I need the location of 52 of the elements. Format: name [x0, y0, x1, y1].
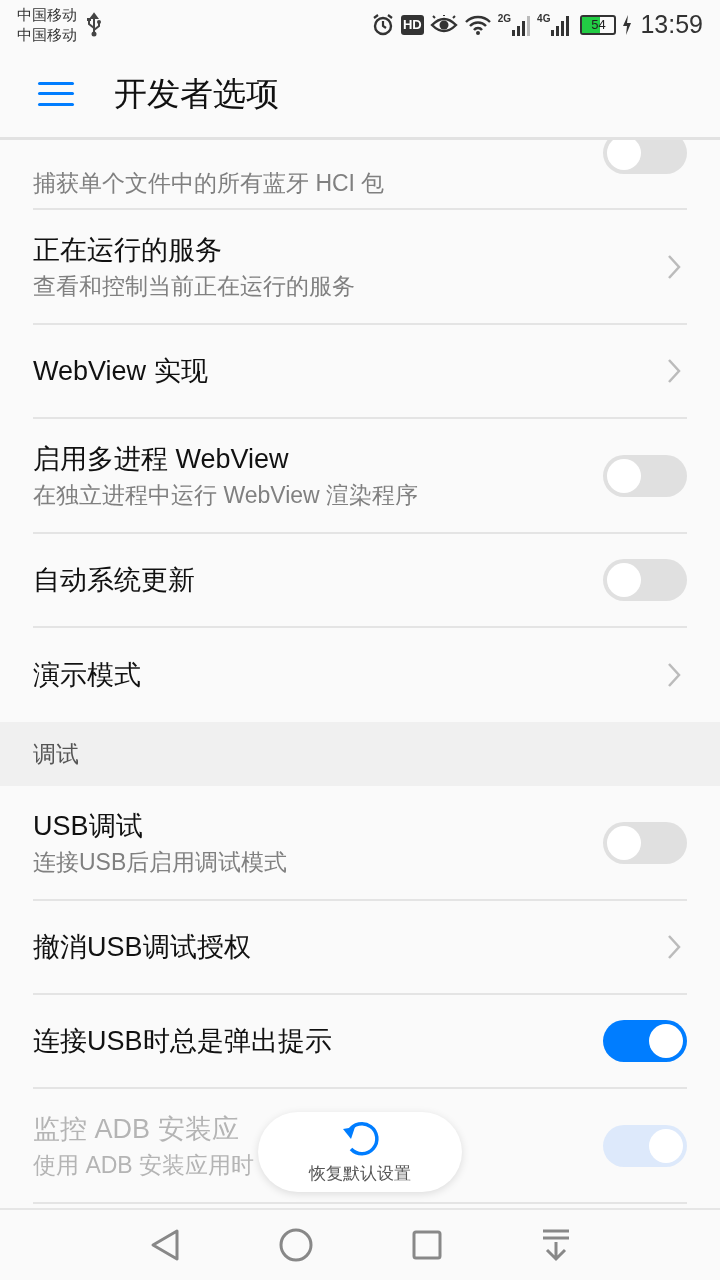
chevron-right-icon: [667, 358, 681, 384]
toggle-switch[interactable]: [603, 140, 687, 174]
carrier-name: 中国移动: [17, 25, 77, 45]
toggle-switch[interactable]: [603, 454, 687, 497]
setting-row[interactable]: 正在运行的服务 查看和控制当前正在运行的服务: [33, 210, 687, 325]
setting-row[interactable]: 启用多进程 WebView 在独立进程中运行 WebView 渲染程序: [33, 419, 687, 534]
setting-description: 查看和控制当前正在运行的服务: [33, 271, 355, 301]
setting-title: 启用多进程 WebView: [33, 442, 289, 476]
recents-icon: [411, 1230, 442, 1260]
setting-row[interactable]: USB调试 连接USB后启用调试模式: [33, 786, 687, 901]
signal-icon: [511, 14, 532, 36]
wifi-icon: [463, 14, 492, 36]
setting-row[interactable]: WebView 实现: [33, 325, 687, 419]
usb-icon: [86, 12, 102, 38]
clock-time: 13:59: [640, 9, 703, 41]
setting-title: 监控 ADB 安装应: [33, 1112, 239, 1146]
setting-row[interactable]: 捕获单个文件中的所有蓝牙 HCI 包: [33, 140, 687, 210]
setting-title: 演示模式: [33, 659, 141, 692]
hd-badge: HD: [400, 15, 424, 35]
home-icon: [278, 1228, 313, 1262]
restore-defaults-button[interactable]: 恢复默认设置: [258, 1112, 462, 1192]
eye-icon: [429, 15, 458, 35]
setting-row[interactable]: 连接USB时总是弹出提示: [33, 995, 687, 1089]
menu-button[interactable]: [38, 79, 74, 108]
signal-icon: [550, 14, 571, 36]
setting-title: WebView 实现: [33, 355, 208, 388]
network-label: 4G: [537, 14, 551, 24]
toggle-switch[interactable]: [603, 1020, 687, 1062]
network-label: 2G: [497, 14, 512, 24]
page-title: 开发者选项: [114, 73, 279, 114]
setting-row[interactable]: 演示模式: [33, 628, 687, 722]
chevron-right-icon: [667, 253, 681, 280]
setting-title: 正在运行的服务: [33, 233, 222, 267]
setting-row[interactable]: 自动系统更新: [33, 534, 687, 628]
setting-description: 连接USB后启用调试模式: [33, 847, 288, 877]
setting-description: 捕获单个文件中的所有蓝牙 HCI 包: [33, 169, 385, 198]
chevron-right-icon: [667, 934, 681, 960]
setting-description: 在独立进程中运行 WebView 渲染程序: [33, 480, 419, 510]
notification-pulldown-icon: [540, 1228, 571, 1262]
setting-title: 撤消USB调试授权: [33, 931, 251, 964]
charging-bolt-icon: [622, 15, 633, 35]
carrier-name: 中国移动: [17, 5, 77, 25]
setting-title: USB调试: [33, 809, 143, 843]
setting-row[interactable]: 撤消USB调试授权: [33, 901, 687, 995]
toggle-switch[interactable]: [603, 559, 687, 601]
toggle-switch[interactable]: [603, 821, 687, 864]
back-icon: [149, 1228, 180, 1262]
section-heading: 调试: [33, 739, 79, 769]
chevron-right-icon: [667, 662, 681, 688]
setting-title: 自动系统更新: [33, 564, 195, 597]
setting-title: 连接USB时总是弹出提示: [33, 1025, 332, 1058]
setting-description: 使用 ADB 安装应用时: [33, 1150, 255, 1180]
